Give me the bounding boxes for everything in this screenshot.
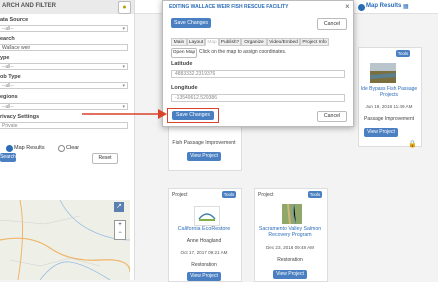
map-results-top-label[interactable]: Map Results [366, 3, 401, 9]
project-date: Dec 23, 2016 09:48 AM [265, 245, 314, 250]
privacy-label: rivacy Settings [0, 114, 40, 120]
chevron-down-icon: ▾ [122, 83, 125, 89]
modal-title: EDITING WALLACE WEIR FISH RESCUE FACILIT… [169, 4, 289, 10]
landscape-image [370, 63, 396, 83]
map-canvas [0, 200, 130, 280]
cancel-bottom-button[interactable]: Cancel [317, 111, 347, 122]
lightbulb-icon[interactable]: ● [118, 1, 131, 14]
cancel-top-button[interactable]: Cancel [317, 18, 347, 30]
type-select[interactable]: --all-- ▾ [0, 63, 128, 70]
project-logo[interactable] [194, 206, 220, 226]
project-category: Restoration [191, 262, 217, 268]
view-project-button[interactable]: View Project [187, 152, 221, 161]
view-project-button[interactable]: View Project [364, 128, 398, 137]
job-type-label: ob Type [0, 74, 21, 80]
chevron-down-icon: ▾ [122, 64, 125, 70]
project-type-label: Project [172, 192, 188, 198]
arrow-head [158, 109, 167, 119]
annotation-arrow [82, 109, 167, 119]
lock-icon: 🔒 [408, 141, 417, 148]
project-owner: Anne Hoagland [186, 238, 222, 244]
save-changes-bottom-button[interactable]: Save Changes [172, 111, 214, 120]
map-results-radio[interactable] [6, 145, 13, 152]
tab-publish[interactable]: Publish? [219, 38, 241, 46]
open-map-button[interactable]: Open Map [171, 48, 197, 58]
search-input[interactable]: Wallace weir [0, 44, 128, 51]
tab-video-embed[interactable]: Video/Embed [267, 38, 300, 46]
latitude-label: Latitude [171, 61, 193, 67]
save-changes-top-button[interactable]: Save Changes [171, 18, 211, 28]
chevron-down-icon: ▾ [122, 26, 125, 32]
tab-organize[interactable]: Organize [241, 38, 267, 46]
project-type-label: Project [258, 192, 274, 198]
tab-main[interactable]: Main [171, 38, 187, 46]
clear-radio[interactable] [58, 145, 65, 152]
project-category: Restoration [277, 257, 303, 263]
project-date: Jun 19, 2018 11:49 AM [365, 104, 413, 109]
filter-panel: ARCH AND FILTER ● ata Source --all-- ▾ ea… [0, 0, 135, 280]
tools-button[interactable]: Tools [222, 191, 236, 198]
search-button[interactable]: Search [0, 153, 16, 162]
job-type-select[interactable]: --all-- ▾ [0, 82, 128, 89]
edit-project-modal: EDITING WALLACE WEIR FISH RESCUE FACILIT… [162, 0, 354, 127]
map-view[interactable]: ↗ + − [0, 200, 130, 280]
clear-label: Clear [66, 145, 80, 151]
map-results-label: Map Results [14, 145, 45, 151]
valley-map-image [282, 203, 302, 225]
project-category: Passage Improvement [363, 116, 415, 122]
project-date: Oct 17, 2017 09:21 AM [180, 250, 228, 255]
regions-label: egions [0, 94, 18, 100]
longitude-input[interactable]: -13549612.529386 [171, 94, 345, 102]
project-title[interactable]: Sacramento Valley Salmon Recovery Progra… [256, 226, 324, 238]
longitude-label: Longitude [171, 85, 198, 91]
tools-button[interactable]: Tools [396, 50, 410, 57]
latitude-input[interactable]: 4883332.2319376 [171, 70, 345, 78]
project-title[interactable]: Ide Bypass Fish Passage Projects [360, 86, 418, 98]
ecorestore-logo-image [198, 213, 216, 221]
reset-button[interactable]: Reset [92, 153, 118, 164]
location-select[interactable]: --all-- ▾ [0, 25, 128, 32]
location-label: ata Source [0, 17, 29, 23]
map-hint-text: Click on the map to assign coordinates. [199, 49, 287, 55]
project-card-center [168, 125, 242, 171]
search-label: earch [0, 36, 15, 42]
type-label: ype [0, 55, 10, 61]
close-icon[interactable]: × [345, 2, 350, 11]
project-thumbnail[interactable] [282, 203, 302, 225]
tab-project-info[interactable]: Project Info [300, 38, 329, 46]
fullscreen-icon[interactable]: ↗ [114, 202, 124, 212]
project-title[interactable]: California EcoRestore [170, 226, 238, 232]
project-thumbnail[interactable] [370, 63, 396, 83]
map-results-top-radio[interactable] [358, 4, 365, 11]
filter-panel-title: ARCH AND FILTER [2, 3, 56, 9]
tab-layout[interactable]: Layout [187, 38, 205, 46]
zoom-control[interactable]: + − [114, 220, 126, 240]
project-category: Fish Passage Improvement [172, 140, 236, 146]
tools-button[interactable]: Tools [308, 191, 322, 198]
view-project-button[interactable]: View Project [273, 270, 307, 279]
tab-map[interactable]: Map [205, 38, 219, 46]
grid-view-icon[interactable]: ▦ [403, 3, 409, 10]
